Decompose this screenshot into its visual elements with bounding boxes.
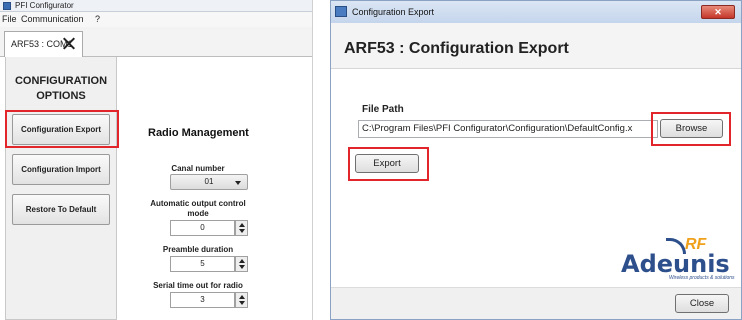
heading-line-1: CONFIGURATION <box>14 75 108 87</box>
radio-management-panel: Radio Management Canal number 01 Automat… <box>118 57 312 320</box>
close-tab-icon[interactable] <box>62 36 76 50</box>
file-path-label: File Path <box>362 104 404 115</box>
heading-line-2: OPTIONS <box>36 90 86 102</box>
dialog-footer: Close <box>331 287 741 319</box>
serial-timeout-spinner[interactable]: 3 <box>170 292 248 308</box>
arrow-up-icon[interactable] <box>239 295 245 299</box>
highlight-browse <box>651 112 731 146</box>
canal-number-value: 01 <box>204 177 214 186</box>
arrow-up-icon[interactable] <box>239 259 245 263</box>
menu-file[interactable]: File <box>2 12 17 27</box>
dialog-heading: ARF53 : Configuration Export <box>344 40 569 57</box>
tab-arf53-com1[interactable]: ARF53 : COM1 <box>4 31 83 57</box>
dialog-title-bar: Configuration Export ✕ <box>331 1 741 23</box>
highlight-configuration-export <box>5 110 119 148</box>
serial-timeout-label: Serial time out for radio <box>153 281 243 290</box>
auto-output-control-label-line-1: Automatic output control <box>150 199 246 208</box>
adeunis-logo: RF Adeunis Wireless products & solutions <box>621 234 735 282</box>
configurator-title-bar: PFI Configurator <box>0 0 312 12</box>
preamble-duration-spinner[interactable]: 5 <box>170 256 248 272</box>
canal-number-select[interactable]: 01 <box>170 174 248 190</box>
app-icon <box>335 6 347 17</box>
window-close-button[interactable]: ✕ <box>701 5 735 19</box>
canal-number-label: Canal number <box>171 164 225 173</box>
configuration-options-panel: CONFIGURATION OPTIONS Configuration Expo… <box>5 57 117 320</box>
spinner-buttons[interactable] <box>235 292 248 308</box>
auto-output-control-label: Automatic output control mode <box>118 199 278 219</box>
configuration-options-heading: CONFIGURATION OPTIONS <box>6 74 116 104</box>
restore-to-default-button[interactable]: Restore To Default <box>12 194 110 225</box>
arrow-down-icon[interactable] <box>239 301 245 305</box>
radio-management-title: Radio Management <box>148 127 249 139</box>
preamble-duration-value[interactable]: 5 <box>170 256 235 272</box>
close-button[interactable]: Close <box>675 294 729 313</box>
dialog-header: ARF53 : Configuration Export <box>331 23 741 69</box>
auto-output-control-label-line-2: mode <box>187 209 209 218</box>
arrow-up-icon[interactable] <box>239 223 245 227</box>
serial-timeout-value[interactable]: 3 <box>170 292 235 308</box>
dialog-title: Configuration Export <box>352 7 435 17</box>
menu-communication[interactable]: Communication <box>21 12 84 27</box>
configuration-import-button[interactable]: Configuration Import <box>12 154 110 185</box>
spinner-buttons[interactable] <box>235 256 248 272</box>
auto-output-control-value[interactable]: 0 <box>170 220 235 236</box>
configurator-title: PFI Configurator <box>15 1 74 10</box>
configuration-export-dialog: Configuration Export ✕ ARF53 : Configura… <box>330 0 742 320</box>
menu-help[interactable]: ? <box>95 12 100 27</box>
chevron-down-icon <box>235 181 241 185</box>
highlight-export <box>348 147 429 181</box>
file-path-input[interactable]: C:\Program Files\PFI Configurator\Config… <box>358 120 658 138</box>
configurator-window: PFI Configurator File Communication ? AR… <box>0 0 313 320</box>
logo-tagline: Wireless products & solutions <box>669 275 735 281</box>
preamble-duration-label: Preamble duration <box>162 245 234 254</box>
arrow-down-icon[interactable] <box>239 265 245 269</box>
logo-brand: Adeunis <box>621 250 730 278</box>
spinner-buttons[interactable] <box>235 220 248 236</box>
menu-bar: File Communication ? <box>0 12 312 27</box>
auto-output-control-spinner[interactable]: 0 <box>170 220 248 236</box>
arrow-down-icon[interactable] <box>239 229 245 233</box>
app-icon <box>3 2 11 10</box>
tab-bar: ARF53 : COM1 <box>0 27 312 57</box>
